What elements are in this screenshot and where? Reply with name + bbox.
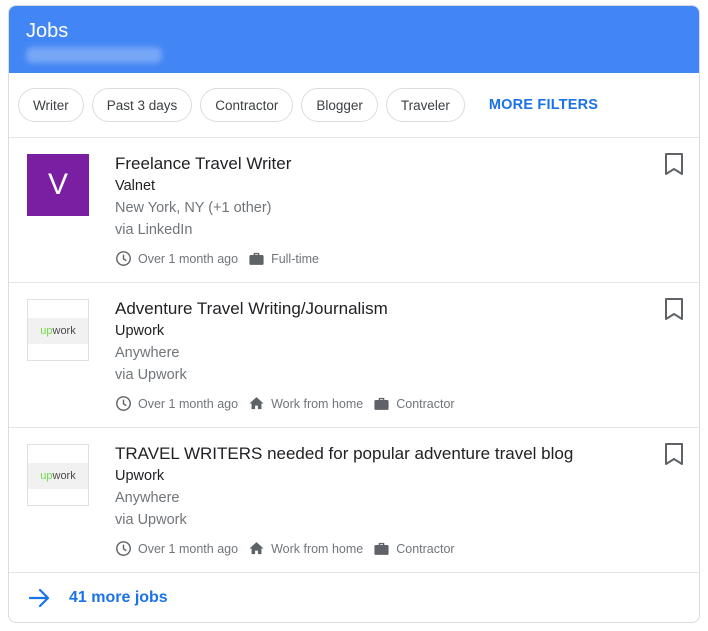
employment-meta: Contractor bbox=[373, 395, 455, 412]
job-company: Valnet bbox=[115, 178, 156, 194]
clock-icon bbox=[116, 541, 131, 556]
posted-text: Over 1 month ago bbox=[138, 396, 239, 411]
upwork-logo: up work bbox=[28, 463, 88, 489]
job-location: Anywhere bbox=[115, 345, 180, 361]
logo-letter: V bbox=[47, 168, 68, 201]
posted-meta: Over 1 month ago bbox=[115, 250, 238, 267]
filter-chip-contractor[interactable]: Contractor bbox=[200, 88, 294, 122]
logo-text-rest: work bbox=[52, 325, 76, 337]
bookmark-button[interactable] bbox=[663, 297, 685, 326]
bookmark-icon bbox=[665, 443, 683, 465]
job-title[interactable]: TRAVEL WRITERS needed for popular advent… bbox=[115, 444, 573, 464]
job-location: Anywhere bbox=[115, 490, 180, 506]
work-type-meta: Work from home bbox=[248, 540, 363, 557]
job-listing[interactable]: up work TRAVEL WRITERS needed for popular… bbox=[9, 428, 699, 573]
job-source: via LinkedIn bbox=[115, 222, 193, 238]
posted-meta: Over 1 month ago bbox=[115, 540, 238, 557]
briefcase-icon bbox=[374, 542, 389, 555]
briefcase-icon bbox=[249, 252, 264, 265]
more-jobs-label: 41 more jobs bbox=[69, 589, 168, 606]
bookmark-icon bbox=[665, 298, 683, 320]
job-title[interactable]: Adventure Travel Writing/Journalism bbox=[115, 299, 388, 319]
job-source: via Upwork bbox=[115, 512, 187, 528]
more-jobs-link[interactable]: 41 more jobs bbox=[9, 572, 699, 622]
clock-icon bbox=[116, 396, 131, 411]
blurred-subtitle bbox=[26, 47, 162, 63]
job-meta: Over 1 month ago Work from home Contract… bbox=[115, 540, 465, 557]
company-logo: V bbox=[27, 154, 89, 216]
filter-bar: Writer Past 3 days Contractor Blogger Tr… bbox=[9, 73, 699, 138]
logo-text-accent: up bbox=[40, 325, 53, 337]
job-source: via Upwork bbox=[115, 367, 187, 383]
bookmark-button[interactable] bbox=[663, 442, 685, 471]
work-type-text: Work from home bbox=[271, 541, 364, 556]
posted-meta: Over 1 month ago bbox=[115, 395, 238, 412]
more-filters-link[interactable]: MORE FILTERS bbox=[489, 97, 598, 113]
employment-text: Contractor bbox=[396, 541, 455, 556]
job-title[interactable]: Freelance Travel Writer bbox=[115, 154, 291, 174]
filter-chip-past-3-days[interactable]: Past 3 days bbox=[91, 88, 193, 122]
company-logo: up work bbox=[27, 444, 89, 506]
arrow-right-icon bbox=[29, 588, 51, 608]
posted-text: Over 1 month ago bbox=[138, 251, 239, 266]
logo-text-accent: up bbox=[40, 470, 53, 482]
home-icon bbox=[249, 397, 264, 410]
briefcase-icon bbox=[374, 397, 389, 410]
jobs-title: Jobs bbox=[26, 20, 69, 42]
company-logo: up work bbox=[27, 299, 89, 361]
posted-text: Over 1 month ago bbox=[138, 541, 239, 556]
work-type-text: Work from home bbox=[271, 396, 364, 411]
job-listing[interactable]: V Freelance Travel Writer Valnet New Yor… bbox=[9, 138, 699, 283]
job-meta: Over 1 month ago Full-time bbox=[115, 250, 329, 267]
bookmark-button[interactable] bbox=[663, 152, 685, 181]
bookmark-icon bbox=[665, 153, 683, 175]
work-type-meta: Work from home bbox=[248, 395, 363, 412]
job-location: New York, NY (+1 other) bbox=[115, 200, 272, 216]
employment-text: Full-time bbox=[271, 251, 319, 266]
job-meta: Over 1 month ago Work from home Contract… bbox=[115, 395, 465, 412]
job-company: Upwork bbox=[115, 468, 165, 484]
job-company: Upwork bbox=[115, 323, 165, 339]
job-listing[interactable]: up work Adventure Travel Writing/Journali… bbox=[9, 283, 699, 428]
jobs-card: Jobs Writer Past 3 days Contractor Blogg… bbox=[8, 5, 700, 623]
employment-text: Contractor bbox=[396, 396, 455, 411]
jobs-header: Jobs bbox=[9, 6, 699, 73]
home-icon bbox=[249, 542, 264, 555]
filter-chip-traveler[interactable]: Traveler bbox=[385, 88, 465, 122]
logo-text-rest: work bbox=[52, 470, 76, 482]
employment-meta: Full-time bbox=[248, 250, 319, 267]
employment-meta: Contractor bbox=[373, 540, 455, 557]
filter-chip-writer[interactable]: Writer bbox=[18, 88, 84, 122]
upwork-logo: up work bbox=[28, 318, 88, 344]
filter-chip-blogger[interactable]: Blogger bbox=[301, 88, 378, 122]
clock-icon bbox=[116, 251, 131, 266]
